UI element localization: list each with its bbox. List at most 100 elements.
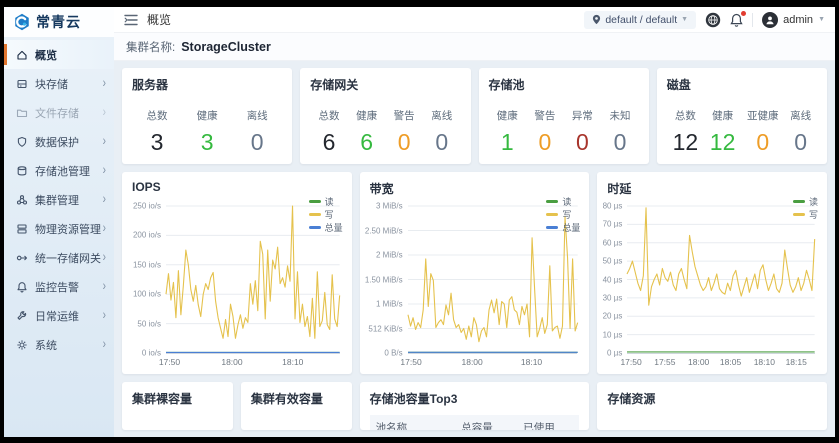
sidebar-item-gateway[interactable]: 统一存储网关› [4, 243, 114, 272]
stat-value: 0 [572, 131, 593, 154]
sidebar-item-label: 集群管理 [35, 192, 103, 208]
legend-label: 读 [325, 195, 334, 208]
y-axis-tick: 40 µs [603, 275, 623, 284]
user-caret-icon: ▼ [818, 16, 825, 23]
user-menu[interactable]: admin ▼ [762, 12, 825, 28]
chevron-right-icon: › [103, 338, 106, 352]
chart-title: 带宽 [370, 180, 580, 197]
sidebar-item-home[interactable]: 概览 [4, 40, 114, 69]
storage-resources-card: 存储资源 [597, 382, 827, 430]
x-axis-tick: 18:10 [521, 357, 542, 367]
y-axis-tick: 2 MiB/s [376, 251, 403, 260]
stat-values: 总数3健康3离线0 [132, 108, 282, 154]
sidebar-item-ops[interactable]: 日常运维› [4, 301, 114, 330]
sidebar-item-label: 系统 [35, 337, 103, 353]
chart-legend: 读写总量 [546, 196, 580, 233]
y-axis-tick: 60 µs [603, 238, 623, 247]
sidebar-item-block[interactable]: 块存储› [4, 69, 114, 98]
ops-icon [16, 310, 28, 322]
stat-card-3: 存储池健康1警告0异常0未知0 [479, 68, 649, 164]
topbar-right: default / default ▼ [584, 11, 825, 29]
chart-legend: 读写 [793, 196, 818, 220]
stat-label: 未知 [609, 108, 630, 123]
cluster-subheader: 集群名称: StorageCluster [114, 33, 835, 61]
series-写 [627, 208, 815, 305]
block-icon [16, 78, 28, 90]
sidebar-item-system[interactable]: 系统› [4, 330, 114, 359]
legend-label: 写 [562, 208, 571, 221]
collapse-menu-icon[interactable] [124, 14, 138, 26]
cluster-name-value: StorageCluster [181, 40, 271, 54]
physical-icon [16, 223, 28, 235]
stat-card-title: 存储池 [489, 76, 639, 93]
stat-value: 0 [534, 131, 555, 154]
legend-item[interactable]: 写 [309, 209, 343, 220]
notifications-button[interactable] [730, 13, 743, 27]
legend-item[interactable]: 读 [309, 196, 343, 207]
stat-警告: 警告0 [534, 108, 555, 154]
x-axis-tick: 18:15 [786, 357, 807, 367]
legend-item[interactable]: 读 [546, 196, 580, 207]
legend-label: 写 [809, 208, 818, 221]
language-globe-icon[interactable] [705, 12, 721, 28]
stat-健康: 健康6 [356, 108, 377, 154]
legend-marker-icon [546, 213, 558, 216]
stat-value: 6 [356, 131, 377, 154]
stat-card-title: 存储网关 [310, 76, 460, 93]
stat-values: 总数6健康6警告0离线0 [310, 108, 460, 154]
chart-card-iops: IOPS读写总量250 io/s200 io/s150 io/s100 io/s… [122, 172, 352, 374]
legend-item[interactable]: 写 [546, 209, 580, 220]
topbar-divider [752, 13, 753, 27]
chart-card-bandwidth: 带宽读写总量3 MiB/s2.50 MiB/s2 MiB/s1.50 MiB/s… [360, 172, 590, 374]
stat-label: 健康 [710, 108, 736, 123]
sidebar-item-pool[interactable]: 存储池管理› [4, 156, 114, 185]
sidebar-item-label: 概览 [35, 47, 106, 63]
stat-离线: 离线0 [790, 108, 811, 154]
main-area: 概览 default / default ▼ [114, 7, 835, 437]
app-window: 常青云 概览块存储›文件存储›数据保护›存储池管理›集群管理›物理资源管理›统一… [4, 7, 835, 437]
username: admin [783, 14, 813, 26]
sidebar-item-file[interactable]: 文件存储› [4, 98, 114, 127]
stat-label: 总数 [147, 108, 168, 123]
app-title: 常青云 [36, 12, 81, 32]
sidebar-item-label: 物理资源管理 [35, 221, 103, 237]
legend-marker-icon [309, 213, 321, 216]
stat-value: 1 [497, 131, 518, 154]
app-logo: 常青云 [4, 7, 114, 37]
sidebar-item-cluster[interactable]: 集群管理› [4, 185, 114, 214]
stat-健康: 健康12 [710, 108, 736, 154]
legend-item[interactable]: 总量 [546, 222, 580, 233]
legend-item[interactable]: 读 [793, 196, 818, 207]
x-axis-tick: 18:10 [282, 357, 303, 367]
stat-健康: 健康3 [197, 108, 218, 154]
stat-card-4: 磁盘总数12健康12亚健康0离线0 [657, 68, 827, 164]
sidebar-item-bell[interactable]: 监控告警› [4, 272, 114, 301]
x-axis-tick: 17:50 [400, 357, 421, 367]
gateway-icon [16, 252, 28, 264]
storage-resources-title: 存储资源 [607, 390, 817, 407]
legend-marker-icon [546, 226, 558, 229]
notification-badge [741, 11, 746, 16]
legend-item[interactable]: 总量 [309, 222, 343, 233]
sidebar-item-label: 块存储 [35, 76, 103, 92]
legend-marker-icon [793, 200, 805, 203]
file-icon [16, 107, 28, 119]
y-axis-tick: 150 io/s [133, 260, 161, 269]
legend-label: 读 [809, 195, 818, 208]
sidebar-item-physical[interactable]: 物理资源管理› [4, 214, 114, 243]
y-axis-tick: 10 µs [603, 330, 623, 339]
legend-label: 总量 [562, 221, 580, 234]
legend-item[interactable]: 写 [793, 209, 818, 220]
stat-value: 0 [609, 131, 630, 154]
pool-capacity-top3-title: 存储池容量Top3 [370, 390, 580, 407]
y-axis-tick: 1 MiB/s [376, 300, 403, 309]
stat-card-title: 磁盘 [667, 76, 817, 93]
sidebar-item-shield[interactable]: 数据保护› [4, 127, 114, 156]
y-axis-tick: 3 MiB/s [376, 202, 403, 211]
stat-总数: 总数3 [147, 108, 168, 154]
x-axis-tick: 18:00 [221, 357, 242, 367]
capacity-cards: 集群裸容量 集群有效容量 [122, 382, 352, 430]
chevron-right-icon: › [103, 77, 106, 91]
region-selector[interactable]: default / default ▼ [584, 11, 696, 29]
sidebar-item-label: 数据保护 [35, 134, 103, 150]
